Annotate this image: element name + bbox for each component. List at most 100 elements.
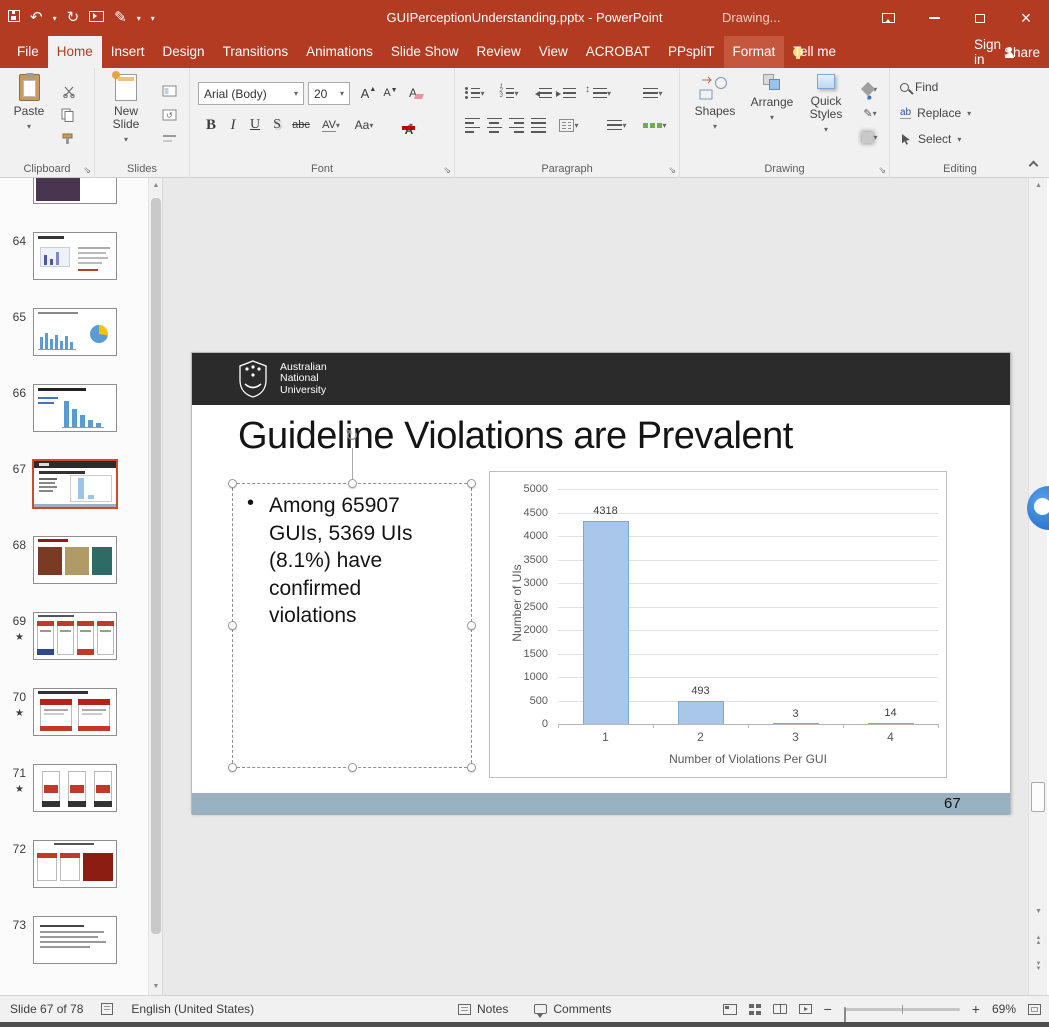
maximize-button[interactable] <box>957 0 1003 36</box>
zoom-slider-thumb[interactable] <box>844 1007 846 1023</box>
canvas-scrollbar-thumb[interactable] <box>1031 782 1045 812</box>
reading-view-button[interactable] <box>773 1004 787 1014</box>
scroll-down-icon[interactable]: ▼ <box>149 979 163 995</box>
tab-view[interactable]: View <box>530 36 577 68</box>
paragraph-dialog-launcher-icon[interactable]: ⇘ <box>668 165 676 175</box>
shape-effects-button[interactable]: ▾ <box>854 126 886 148</box>
slide-indicator[interactable]: Slide 67 of 78 <box>10 1002 83 1016</box>
language-indicator[interactable]: English (United States) <box>131 1002 254 1016</box>
fit-slide-to-window-icon[interactable] <box>1028 1004 1041 1015</box>
bullets-button[interactable]: ▾ <box>461 82 489 104</box>
bold-button[interactable]: B <box>200 114 222 136</box>
resize-handle-middle-right[interactable] <box>467 621 476 630</box>
selected-text-box[interactable]: ↻ • Among 65907 GUIs, 5369 UIs (8.1%) ha… <box>232 483 472 768</box>
notes-button[interactable]: Notes <box>458 1002 508 1016</box>
thumbnail-scrollbar-thumb[interactable] <box>151 198 161 934</box>
quick-styles-button[interactable]: Quick Styles ▾ <box>802 74 850 136</box>
next-slide-button[interactable]: ▼▼ <box>1029 956 1048 978</box>
comments-button[interactable]: Comments <box>534 1002 611 1016</box>
resize-handle-bottom-left[interactable] <box>228 763 237 772</box>
shape-fill-button[interactable]: ▾ <box>854 78 886 100</box>
replace-button[interactable]: ab Replace ▾ <box>900 106 971 120</box>
tab-animations[interactable]: Animations <box>297 36 382 68</box>
decrease-font-size-button[interactable]: A▼ <box>376 82 398 104</box>
tab-ppsplit[interactable]: PPspliT <box>659 36 724 68</box>
customize-qat-caret-icon[interactable]: ▾ <box>151 14 155 23</box>
convert-to-smartart-button[interactable]: ▾ <box>639 114 671 136</box>
redo-icon[interactable]: ↻ <box>67 0 80 36</box>
font-color-button[interactable]: A ▾ <box>396 114 426 136</box>
strikethrough-button[interactable]: abc <box>290 114 312 136</box>
pen-dropdown-caret-icon[interactable]: ▾ <box>137 14 141 23</box>
select-button[interactable]: Select ▾ <box>900 132 961 146</box>
tab-review[interactable]: Review <box>467 36 529 68</box>
bullet-text[interactable]: Among 65907 GUIs, 5369 UIs (8.1%) have c… <box>269 492 433 630</box>
pen-input-icon[interactable]: ✎ <box>114 0 127 36</box>
shapes-button[interactable]: Shapes ▾ <box>688 74 742 133</box>
resize-handle-top-right[interactable] <box>467 479 476 488</box>
slideshow-view-button[interactable] <box>799 1004 812 1014</box>
align-text-button[interactable]: ▾ <box>603 114 631 136</box>
slide-title[interactable]: Guideline Violations are Prevalent <box>238 415 793 458</box>
paste-button[interactable]: Paste ▾ <box>6 74 52 133</box>
change-case-button[interactable]: Aa▾ <box>350 114 378 136</box>
save-icon[interactable] <box>8 0 20 36</box>
character-spacing-button[interactable]: AV▾ <box>318 114 344 136</box>
increase-indent-button[interactable] <box>555 82 577 104</box>
scroll-up-icon[interactable]: ▲ <box>149 178 163 194</box>
slide-thumbnail-64[interactable] <box>33 232 117 280</box>
shape-outline-button[interactable]: ✎▾ <box>854 102 886 124</box>
slide-thumbnail-73[interactable] <box>33 916 117 964</box>
share-button[interactable]: Share <box>1004 47 1015 58</box>
clear-formatting-button[interactable]: A <box>402 82 424 104</box>
slide-thumbnail-69[interactable] <box>33 612 117 660</box>
font-dialog-launcher-icon[interactable]: ⇘ <box>443 165 451 175</box>
resize-handle-middle-left[interactable] <box>228 621 237 630</box>
align-left-button[interactable] <box>461 114 483 136</box>
line-spacing-button[interactable]: ▾ <box>583 82 613 104</box>
tab-design[interactable]: Design <box>154 36 214 68</box>
slide-67[interactable]: Australian National University Guideline… <box>191 352 1011 814</box>
ribbon-display-options-icon[interactable] <box>865 0 911 36</box>
slide-layout-button[interactable] <box>157 80 181 102</box>
slide-thumbnail-72[interactable] <box>33 840 117 888</box>
decrease-indent-button[interactable] <box>531 82 553 104</box>
justify-button[interactable] <box>527 114 549 136</box>
cut-button[interactable] <box>56 80 80 102</box>
tab-file[interactable]: File <box>8 36 48 68</box>
spellcheck-icon[interactable] <box>101 1003 113 1015</box>
tab-format[interactable]: Format <box>724 36 785 68</box>
text-direction-button[interactable]: ▾ <box>639 82 667 104</box>
slide-thumbnail-67[interactable] <box>32 459 118 509</box>
chart-object[interactable]: Number of Violations Per GUI Number of U… <box>489 471 947 778</box>
slide-thumbnail-70[interactable] <box>33 688 117 736</box>
tab-insert[interactable]: Insert <box>102 36 154 68</box>
clipboard-dialog-launcher-icon[interactable]: ⇘ <box>83 165 91 175</box>
section-button[interactable] <box>157 128 181 150</box>
undo-icon[interactable]: ↶ <box>30 0 43 36</box>
tab-transitions[interactable]: Transitions <box>214 36 298 68</box>
slide-thumbnail-68[interactable] <box>33 536 117 584</box>
font-size-combo[interactable]: 20▾ <box>308 82 350 105</box>
collapse-ribbon-icon[interactable] <box>1029 161 1039 171</box>
slide-thumbnail-65[interactable] <box>33 308 117 356</box>
resize-handle-bottom-right[interactable] <box>467 763 476 772</box>
previous-slide-button[interactable]: ▲▲ <box>1029 930 1048 952</box>
rotate-handle-icon[interactable]: ↻ <box>343 428 361 446</box>
new-slide-button[interactable]: New Slide ▾ <box>101 74 151 146</box>
underline-button[interactable]: U <box>244 114 266 136</box>
zoom-percentage[interactable]: 69% <box>992 1002 1016 1016</box>
normal-view-button[interactable] <box>723 1004 737 1015</box>
minimize-button[interactable] <box>911 0 957 36</box>
resize-handle-bottom-middle[interactable] <box>348 763 357 772</box>
zoom-in-button[interactable]: + <box>972 1001 980 1017</box>
reset-slide-button[interactable]: ↺ <box>157 104 181 126</box>
slide-thumbnail-71[interactable] <box>33 764 117 812</box>
resize-handle-top-middle[interactable] <box>348 479 357 488</box>
canvas-scrollbar[interactable]: ▲ ▼ ▲▲ ▼▼ <box>1028 178 1047 995</box>
resize-handle-top-left[interactable] <box>228 479 237 488</box>
zoom-slider[interactable] <box>844 1008 960 1011</box>
increase-font-size-button[interactable]: A▲ <box>354 82 376 104</box>
drawing-dialog-launcher-icon[interactable]: ⇘ <box>878 165 886 175</box>
find-button[interactable]: Find <box>900 80 938 94</box>
